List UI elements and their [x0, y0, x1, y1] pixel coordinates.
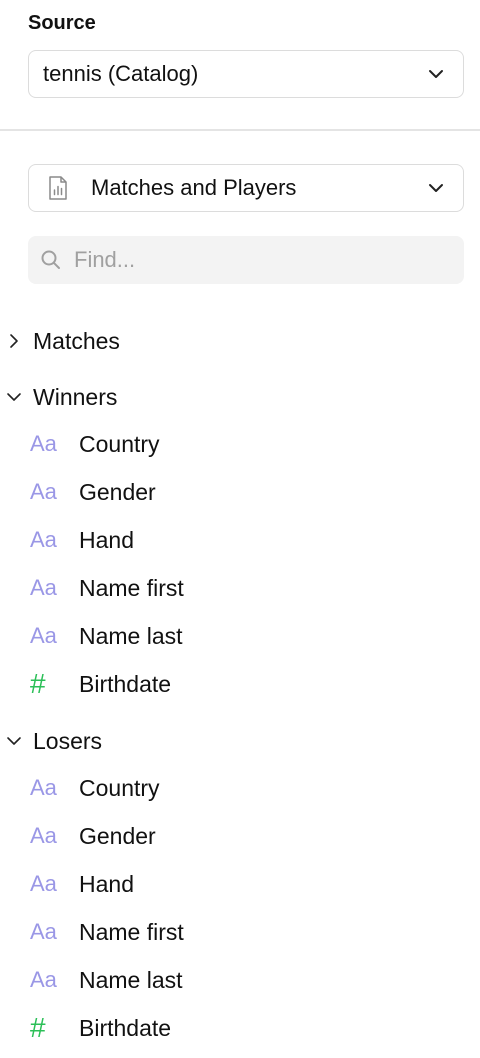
text-type-icon: Aa — [30, 431, 57, 456]
group-label: Losers — [33, 727, 103, 754]
field-label: Birthdate — [79, 670, 172, 697]
field-label: Birthdate — [79, 1014, 172, 1041]
field-item[interactable]: # Birthdate — [0, 1008, 480, 1048]
number-type-icon: # — [30, 1012, 46, 1043]
field-item[interactable]: Aa Name first — [0, 912, 480, 952]
field-item[interactable]: Aa Name last — [0, 960, 480, 1000]
field-item[interactable]: # Birthdate — [0, 664, 480, 704]
field-label: Name first — [79, 574, 184, 601]
group-label: Matches — [33, 327, 120, 354]
field-label: Country — [79, 774, 160, 801]
text-type-icon: Aa — [30, 623, 57, 648]
chevron-down-icon — [429, 184, 443, 192]
field-label: Country — [79, 430, 160, 457]
field-label: Gender — [79, 478, 156, 505]
search-input[interactable] — [28, 236, 464, 284]
chevron-right-icon — [10, 334, 18, 348]
document-chart-icon — [49, 176, 67, 200]
field-item[interactable]: Aa Name last — [0, 616, 480, 656]
field-label: Name last — [79, 966, 183, 993]
text-type-icon: Aa — [30, 967, 57, 992]
chevron-down-icon — [7, 393, 21, 401]
source-label: Source — [28, 12, 96, 34]
field-item[interactable]: Aa Hand — [0, 520, 480, 560]
field-item[interactable]: Aa Gender — [0, 816, 480, 856]
field-item[interactable]: Aa Country — [0, 768, 480, 808]
group-label: Winners — [33, 383, 118, 410]
model-select[interactable]: Matches and Players — [28, 164, 464, 212]
model-select-value: Matches and Players — [91, 175, 297, 200]
field-label: Gender — [79, 822, 156, 849]
field-label: Hand — [79, 526, 134, 553]
text-type-icon: Aa — [30, 479, 57, 504]
field-item[interactable]: Aa Country — [0, 424, 480, 464]
text-type-icon: Aa — [30, 919, 57, 944]
text-type-icon: Aa — [30, 871, 57, 896]
text-type-icon: Aa — [30, 575, 57, 600]
text-type-icon: Aa — [30, 527, 57, 552]
field-label: Name first — [79, 918, 184, 945]
chevron-down-icon — [7, 737, 21, 745]
source-select[interactable]: tennis (Catalog) — [28, 50, 464, 98]
group-losers[interactable]: Losers — [0, 721, 480, 761]
chevron-down-icon — [429, 70, 443, 78]
field-item[interactable]: Aa Gender — [0, 472, 480, 512]
text-type-icon: Aa — [30, 775, 57, 800]
field-label: Hand — [79, 870, 134, 897]
field-item[interactable]: Aa Name first — [0, 568, 480, 608]
group-matches[interactable]: Matches — [0, 321, 480, 361]
group-winners[interactable]: Winners — [0, 377, 480, 417]
number-type-icon: # — [30, 668, 46, 699]
field-item[interactable]: Aa Hand — [0, 864, 480, 904]
divider — [0, 129, 480, 131]
source-select-value: tennis (Catalog) — [43, 61, 199, 86]
text-type-icon: Aa — [30, 823, 57, 848]
field-label: Name last — [79, 622, 183, 649]
